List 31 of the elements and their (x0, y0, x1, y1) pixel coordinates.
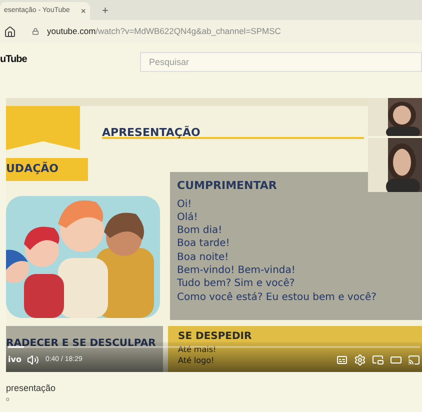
slide-heading: APRESENTAÇÃO (102, 126, 200, 139)
greeting-phrase: Boa noite! (177, 250, 230, 264)
theater-icon[interactable] (390, 354, 402, 366)
home-icon[interactable] (4, 26, 16, 38)
miniplayer-icon[interactable] (372, 354, 384, 366)
greeting-phrase: Como você está? Eu estou bem e você? (177, 290, 378, 304)
panel-title: RADECER E SE DESCULPAR (6, 337, 157, 351)
greeting-phrase: Bem-vindo! Bem-vinda! (177, 264, 296, 278)
address-field[interactable]: youtube.com/watch?v=MdWB622QN4g&ab_channel=SPMSC (47, 25, 281, 38)
greeting-phrase: Tudo bem? Sim e você? (177, 277, 296, 291)
section-label: UDAÇÃO (6, 158, 88, 181)
greeting-phrase: Olá! (177, 210, 199, 224)
cast-icon[interactable] (408, 354, 420, 366)
search-field[interactable]: Pesquisar (140, 52, 422, 72)
greeting-phrase: Boa tarde! (177, 237, 231, 251)
youtube-logo[interactable]: uTube (0, 52, 140, 67)
close-icon[interactable]: × (80, 6, 86, 16)
greeting-phrase: Bom dia! (177, 224, 224, 238)
farewell-phrase: Até logo! (178, 355, 214, 366)
video-title: presentação (6, 382, 57, 395)
panel-title: CUMPRIMENTAR (177, 178, 278, 194)
settings-icon[interactable] (354, 354, 366, 366)
video-player[interactable] (6, 98, 422, 372)
panel-title: SE DESPEDIR (178, 330, 253, 344)
farewell-phrase: Até mais! (178, 344, 216, 355)
new-tab-button[interactable]: + (102, 6, 108, 17)
lock-icon (32, 28, 39, 35)
live-label: ivo (8, 354, 22, 366)
greeting-phrase: Oi! (177, 198, 193, 211)
volume-icon[interactable] (27, 354, 40, 366)
subtitles-icon[interactable] (336, 354, 348, 366)
